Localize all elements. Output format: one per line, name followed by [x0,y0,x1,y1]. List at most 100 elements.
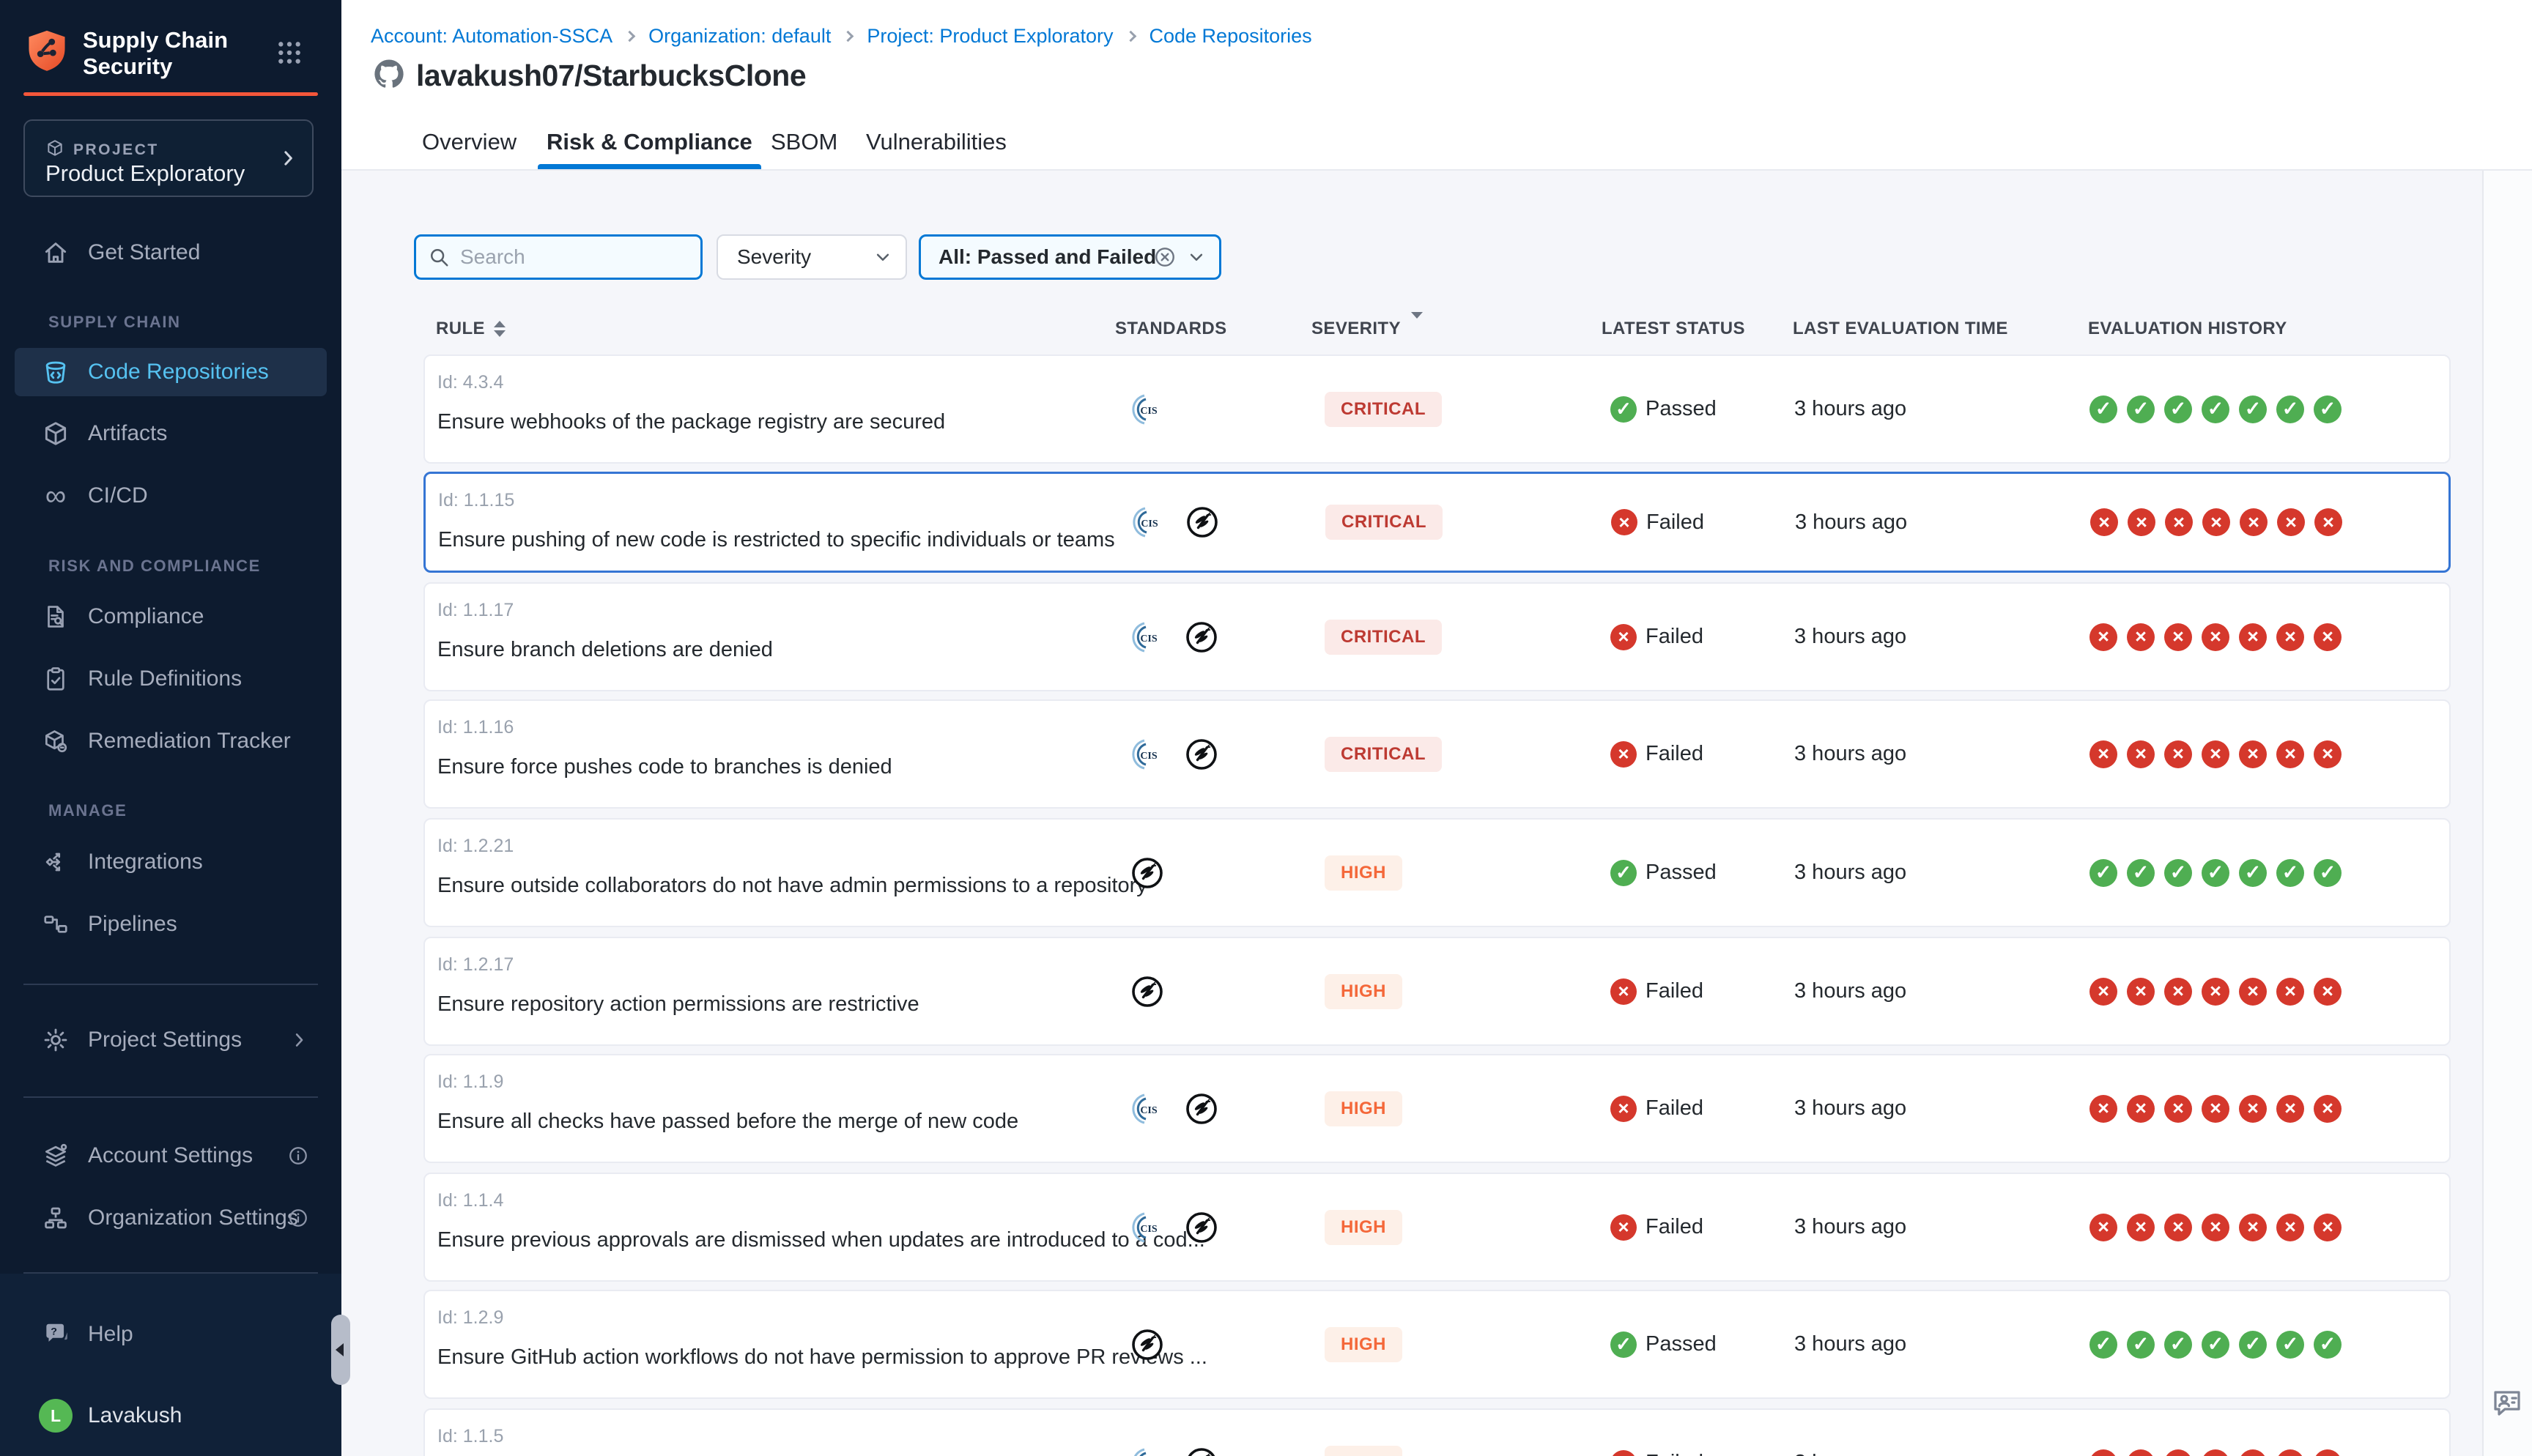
history-fail-icon[interactable]: × [2089,978,2117,1006]
history-pass-icon[interactable]: ✓ [2202,1331,2229,1359]
history-pass-icon[interactable]: ✓ [2127,1331,2155,1359]
history-fail-icon[interactable]: × [2239,740,2267,768]
feedback-chat-icon[interactable] [2490,1385,2525,1420]
sidebar-item-help[interactable]: ? Help [15,1310,327,1359]
history-pass-icon[interactable]: ✓ [2239,859,2267,887]
table-row[interactable]: Id: 1.1.17 Ensure branch deletions are d… [423,582,2451,691]
history-fail-icon[interactable]: × [2127,1214,2155,1241]
history-fail-icon[interactable]: × [2127,1095,2155,1123]
history-fail-icon[interactable]: × [2202,508,2230,536]
table-row[interactable]: Id: 1.1.5 CIS HIGH × Failed 3 hours ago … [423,1408,2451,1456]
history-fail-icon[interactable]: × [2239,1449,2267,1456]
history-fail-icon[interactable]: × [2314,1095,2342,1123]
breadcrumb-project-link[interactable]: Project: Product Exploratory [867,25,1113,48]
history-fail-icon[interactable]: × [2164,1095,2192,1123]
history-fail-icon[interactable]: × [2314,508,2342,536]
history-pass-icon[interactable]: ✓ [2314,395,2342,423]
history-pass-icon[interactable]: ✓ [2314,859,2342,887]
history-fail-icon[interactable]: × [2276,1214,2304,1241]
column-header-rule[interactable]: RULE [436,319,506,339]
tab-overview[interactable]: Overview [422,114,517,169]
history-fail-icon[interactable]: × [2276,978,2304,1006]
history-pass-icon[interactable]: ✓ [2127,859,2155,887]
search-input[interactable] [460,245,680,269]
table-row[interactable]: Id: 1.1.4 Ensure previous approvals are … [423,1173,2451,1282]
sidebar-item-account-settings[interactable]: Account Settings [15,1132,327,1180]
history-fail-icon[interactable]: × [2276,740,2304,768]
sidebar-item-code-repositories[interactable]: Code Repositories [15,348,327,396]
breadcrumb-organization-link[interactable]: Organization: default [648,25,831,48]
sidebar-item-project-settings[interactable]: Project Settings [15,1016,327,1064]
user-menu[interactable]: L Lavakush [15,1392,327,1440]
sidebar-item-integrations[interactable]: Integrations [15,838,327,886]
history-fail-icon[interactable]: × [2239,1214,2267,1241]
table-row[interactable]: Id: 1.1.9 Ensure all checks have passed … [423,1054,2451,1163]
history-pass-icon[interactable]: ✓ [2164,1331,2192,1359]
history-fail-icon[interactable]: × [2202,623,2229,651]
history-fail-icon[interactable]: × [2164,623,2192,651]
sidebar-item-artifacts[interactable]: Artifacts [15,409,327,458]
table-row[interactable]: Id: 4.3.4 Ensure webhooks of the package… [423,354,2451,464]
history-pass-icon[interactable]: ✓ [2314,1331,2342,1359]
history-fail-icon[interactable]: × [2314,623,2342,651]
project-selector[interactable]: PROJECT Product Exploratory [23,119,314,197]
history-pass-icon[interactable]: ✓ [2276,859,2304,887]
sidebar-item-organization-settings[interactable]: Organization Settings [15,1194,327,1242]
sidebar-item-compliance[interactable]: Compliance [15,593,327,641]
history-fail-icon[interactable]: × [2202,1214,2229,1241]
history-pass-icon[interactable]: ✓ [2239,395,2267,423]
table-row[interactable]: Id: 1.2.17 Ensure repository action perm… [423,937,2451,1046]
history-fail-icon[interactable]: × [2202,1449,2229,1456]
history-fail-icon[interactable]: × [2089,1214,2117,1241]
history-pass-icon[interactable]: ✓ [2276,1331,2304,1359]
status-filter-dropdown[interactable]: All: Passed and Failed [919,234,1221,280]
tab-sbom[interactable]: SBOM [771,114,837,169]
sidebar-item-rule-definitions[interactable]: Rule Definitions [15,655,327,703]
history-fail-icon[interactable]: × [2090,508,2118,536]
column-header-severity[interactable]: SEVERITY [1311,319,1423,339]
sidebar-item-remediation-tracker[interactable]: Remediation Tracker [15,717,327,765]
history-fail-icon[interactable]: × [2314,1214,2342,1241]
tab-vulnerabilities[interactable]: Vulnerabilities [866,114,1007,169]
history-fail-icon[interactable]: × [2314,978,2342,1006]
history-fail-icon[interactable]: × [2239,623,2267,651]
history-fail-icon[interactable]: × [2276,623,2304,651]
history-fail-icon[interactable]: × [2239,1095,2267,1123]
history-pass-icon[interactable]: ✓ [2202,395,2229,423]
history-fail-icon[interactable]: × [2164,1214,2192,1241]
history-fail-icon[interactable]: × [2277,508,2305,536]
sidebar-item-pipelines[interactable]: Pipelines [15,900,327,948]
sidebar-collapse-handle[interactable] [331,1315,350,1385]
history-pass-icon[interactable]: ✓ [2164,395,2192,423]
history-fail-icon[interactable]: × [2127,978,2155,1006]
history-fail-icon[interactable]: × [2165,508,2193,536]
history-fail-icon[interactable]: × [2314,1449,2342,1456]
history-fail-icon[interactable]: × [2202,1095,2229,1123]
info-icon[interactable] [287,1145,309,1167]
history-pass-icon[interactable]: ✓ [2276,395,2304,423]
history-fail-icon[interactable]: × [2127,1449,2155,1456]
history-fail-icon[interactable]: × [2314,740,2342,768]
history-fail-icon[interactable]: × [2202,740,2229,768]
history-fail-icon[interactable]: × [2164,1449,2192,1456]
table-row[interactable]: Id: 1.2.21 Ensure outside collaborators … [423,818,2451,927]
history-pass-icon[interactable]: ✓ [2127,395,2155,423]
history-pass-icon[interactable]: ✓ [2089,1331,2117,1359]
breadcrumb-code-repositories-link[interactable]: Code Repositories [1150,25,1312,48]
history-fail-icon[interactable]: × [2089,1095,2117,1123]
history-fail-icon[interactable]: × [2127,623,2155,651]
history-fail-icon[interactable]: × [2164,978,2192,1006]
info-icon[interactable] [287,1207,309,1229]
table-row[interactable]: Id: 1.2.9 Ensure GitHub action workflows… [423,1290,2451,1399]
history-fail-icon[interactable]: × [2089,1449,2117,1456]
history-pass-icon[interactable]: ✓ [2089,395,2117,423]
severity-filter-dropdown[interactable]: Severity [717,234,907,280]
history-fail-icon[interactable]: × [2202,978,2229,1006]
tab-risk-and-compliance[interactable]: Risk & Compliance [547,114,752,169]
history-fail-icon[interactable]: × [2240,508,2268,536]
history-pass-icon[interactable]: ✓ [2089,859,2117,887]
sidebar-item-cicd[interactable]: ∞ CI/CD [15,472,327,520]
history-fail-icon[interactable]: × [2089,740,2117,768]
clear-filter-x-circle-icon[interactable] [1153,245,1177,269]
table-row[interactable]: Id: 1.1.15 Ensure pushing of new code is… [423,472,2451,573]
